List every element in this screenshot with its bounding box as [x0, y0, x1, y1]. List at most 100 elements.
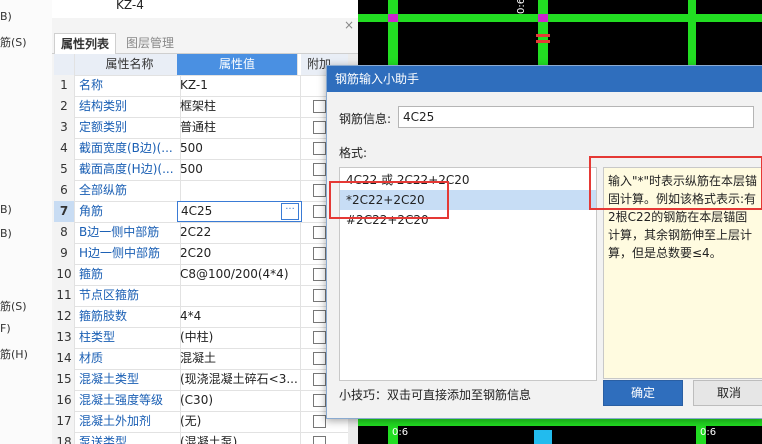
column-line [388, 0, 398, 70]
row-number: 18 [54, 432, 75, 444]
property-value[interactable]: 普通柱 [177, 117, 301, 138]
property-value[interactable]: 4*4 [177, 306, 301, 327]
attach-checkbox[interactable] [313, 205, 326, 218]
attach-checkbox[interactable] [313, 352, 326, 365]
table-row[interactable]: 11 节点区箍筋 [54, 285, 358, 307]
strip-label: 筋(S) [0, 300, 27, 313]
table-row[interactable]: 5 截面高度(H边)(... 500 [54, 159, 358, 181]
rebar-info-label: 钢筋信息: [339, 112, 392, 126]
property-value[interactable]: (无) [177, 411, 301, 432]
node-marker [538, 14, 548, 22]
node-marker [388, 14, 398, 22]
row-number: 16 [54, 390, 75, 411]
strip-label: B) [0, 227, 12, 240]
tab-properties[interactable]: 属性列表 [54, 33, 117, 54]
dialog-title: 钢筋输入小助手 [327, 66, 762, 92]
table-row[interactable]: 8 B边一侧中部筋 2C22 [54, 222, 358, 244]
property-value[interactable]: 2C22 [177, 222, 301, 243]
table-row[interactable]: 7 角筋 4C25 ··· [54, 201, 358, 223]
table-row[interactable]: 15 混凝土类型 (现浇混凝土碎石<3... [54, 369, 358, 391]
property-value[interactable]: 2C20 [177, 243, 301, 264]
table-row[interactable]: 4 截面宽度(B边)(... 500 [54, 138, 358, 160]
dimension-label: 0:6 [700, 427, 716, 438]
table-row[interactable]: 18 泵送类型 (混凝土泵) [54, 432, 358, 444]
attach-checkbox[interactable] [313, 184, 326, 197]
property-name: 混凝土类型 [75, 369, 181, 390]
property-value[interactable]: (现浇混凝土碎石<3... [177, 369, 301, 390]
property-name: 混凝土强度等级 [75, 390, 181, 411]
rebar-info-input[interactable]: 4C25 [398, 106, 754, 128]
row-number: 15 [54, 369, 75, 390]
rebar-input-dialog: 钢筋输入小助手 钢筋信息: 4C25 格式: 4C22 或 2C22+2C20 … [326, 65, 762, 419]
table-row[interactable]: 6 全部纵筋 [54, 180, 358, 202]
attach-checkbox[interactable] [313, 163, 326, 176]
table-row[interactable]: 9 H边一侧中部筋 2C20 [54, 243, 358, 265]
grid-header: 属性名称 属性值 附加 [54, 54, 358, 76]
property-value[interactable]: (C30) [177, 390, 301, 411]
property-value[interactable]: 混凝土 [177, 348, 301, 369]
property-value[interactable] [177, 180, 301, 201]
property-name: 节点区箍筋 [75, 285, 181, 306]
table-row[interactable]: 17 混凝土外加剂 (无) [54, 411, 358, 433]
attach-checkbox[interactable] [313, 310, 326, 323]
row-number: 5 [54, 159, 75, 180]
property-value[interactable]: 500 [177, 159, 301, 180]
property-value[interactable]: KZ-1 [177, 75, 301, 96]
dimension-label: 0:6 [516, 0, 527, 14]
table-row[interactable]: 14 材质 混凝土 [54, 348, 358, 370]
table-row[interactable]: 16 混凝土强度等级 (C30) [54, 390, 358, 412]
rebar-mark [536, 40, 550, 43]
property-value[interactable]: 500 [177, 138, 301, 159]
attach-checkbox[interactable] [313, 394, 326, 407]
strip-label: B) [0, 10, 12, 23]
property-name: 结构类别 [75, 96, 181, 117]
attach-checkbox[interactable] [313, 268, 326, 281]
component-list: KZ-4 [52, 0, 358, 18]
left-toolbar-strip: B) 筋(S) B) B) 筋(S) F) 筋(H) [0, 0, 53, 444]
property-name: 角筋 [75, 201, 181, 222]
attach-checkbox[interactable] [313, 226, 326, 239]
ok-button[interactable]: 确定 [603, 380, 683, 406]
attach-checkbox[interactable] [313, 415, 326, 428]
ellipsis-button[interactable]: ··· [281, 203, 299, 220]
beam-line [358, 14, 762, 22]
component-item[interactable]: KZ-4 [116, 0, 144, 12]
property-name: 截面高度(H边)(... [75, 159, 181, 180]
property-value[interactable] [177, 285, 301, 306]
property-name: 截面宽度(B边)(... [75, 138, 181, 159]
table-row[interactable]: 10 箍筋 C8@100/200(4*4) [54, 264, 358, 286]
attach-checkbox[interactable] [313, 289, 326, 302]
attach-checkbox[interactable] [313, 247, 326, 260]
row-number: 13 [54, 327, 75, 348]
row-number: 4 [54, 138, 75, 159]
attach-checkbox[interactable] [313, 121, 326, 134]
row-number: 10 [54, 264, 75, 285]
row-number: 9 [54, 243, 75, 264]
attach-checkbox[interactable] [313, 331, 326, 344]
attach-checkbox[interactable] [313, 142, 326, 155]
property-grid: 属性名称 属性值 附加 1 名称 KZ-1 2 结构类别 框架柱 3 定额类别 普通柱 4 截面宽度… [54, 54, 358, 444]
highlight-box [329, 181, 449, 219]
property-value[interactable]: C8@100/200(4*4) [177, 264, 301, 285]
property-name: 箍筋 [75, 264, 181, 285]
row-number: 12 [54, 306, 75, 327]
attach-checkbox[interactable] [313, 436, 326, 444]
property-name: 名称 [75, 75, 181, 96]
table-row[interactable]: 2 结构类别 框架柱 [54, 96, 358, 118]
property-value[interactable]: 框架柱 [177, 96, 301, 117]
table-row[interactable]: 3 定额类别 普通柱 [54, 117, 358, 139]
property-name: 材质 [75, 348, 181, 369]
attach-checkbox[interactable] [313, 373, 326, 386]
highlight-box [589, 156, 762, 210]
table-row[interactable]: 12 箍筋肢数 4*4 [54, 306, 358, 328]
format-label: 格式: [339, 146, 368, 160]
table-row[interactable]: 13 柱类型 (中柱) [54, 327, 358, 349]
tab-layers[interactable]: 图层管理 [120, 33, 180, 53]
cancel-button[interactable]: 取消 [693, 380, 762, 406]
close-icon[interactable]: × [344, 18, 354, 32]
strip-label: 筋(S) [0, 36, 27, 49]
attach-checkbox[interactable] [313, 100, 326, 113]
table-row[interactable]: 1 名称 KZ-1 [54, 75, 358, 97]
property-value[interactable]: (混凝土泵) [177, 432, 301, 444]
property-value[interactable]: (中柱) [177, 327, 301, 348]
